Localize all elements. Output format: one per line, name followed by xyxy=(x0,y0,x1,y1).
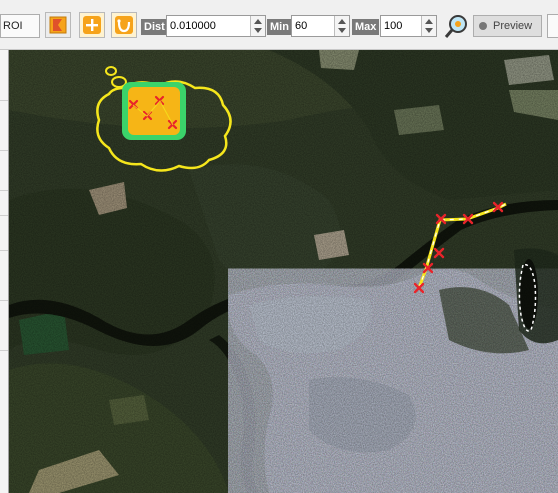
max-label: Max xyxy=(352,19,380,35)
toolbar: ROI Dist Min Max xyxy=(0,0,558,50)
magnifier-zoom-icon xyxy=(444,15,467,38)
dist-input[interactable] xyxy=(167,16,255,36)
overflow-button[interactable] xyxy=(547,14,558,38)
max-stepper[interactable] xyxy=(421,16,436,36)
min-label: Min xyxy=(267,19,292,35)
min-stepper[interactable] xyxy=(334,16,349,36)
min-input[interactable] xyxy=(292,16,340,36)
plus-icon xyxy=(83,16,101,34)
satellite-image-view[interactable] xyxy=(9,50,558,493)
zoom-button[interactable] xyxy=(444,13,470,39)
preview-button[interactable]: Preview xyxy=(473,15,542,37)
max-field[interactable] xyxy=(380,15,437,37)
dist-label: Dist xyxy=(141,19,168,35)
min-field[interactable] xyxy=(291,15,350,37)
preview-label: Preview xyxy=(493,20,533,32)
dist-stepper[interactable] xyxy=(250,16,265,36)
roi-button[interactable]: ROI xyxy=(0,14,40,38)
lasso-button[interactable] xyxy=(111,12,137,38)
add-button[interactable] xyxy=(79,12,105,38)
lasso-icon xyxy=(115,16,133,34)
orange-flag-roi-icon xyxy=(49,16,67,34)
side-panel xyxy=(0,50,9,493)
radio-dot-icon xyxy=(479,22,487,30)
dist-field[interactable] xyxy=(166,15,266,37)
draw-roi-button[interactable] xyxy=(45,12,71,38)
satellite-image xyxy=(9,50,558,493)
